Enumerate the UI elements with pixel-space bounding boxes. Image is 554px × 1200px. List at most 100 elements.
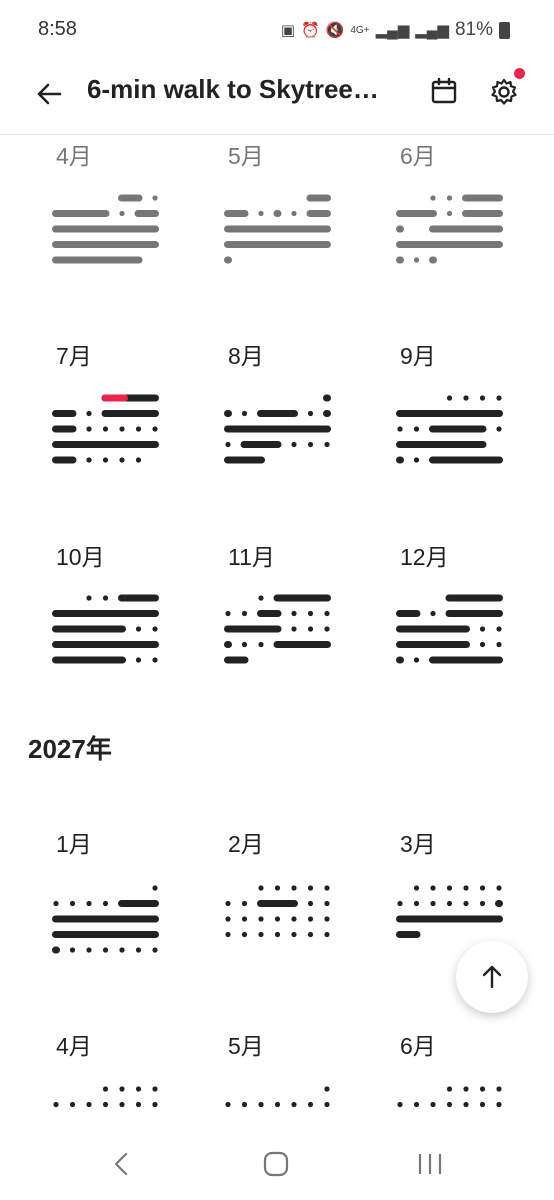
calendar-button[interactable]: [427, 74, 461, 108]
event-bar: [224, 625, 282, 633]
event-bar: [224, 256, 232, 264]
event-bar: [224, 410, 232, 417]
day-dot: [479, 395, 486, 401]
day-dot: [496, 626, 502, 632]
day-dot: [430, 610, 436, 617]
day-dot: [274, 916, 281, 922]
month-mini-grid[interactable]: [50, 190, 170, 280]
month-mini-grid[interactable]: [50, 880, 170, 970]
day-dot: [258, 885, 264, 891]
day-dot: [241, 916, 248, 922]
event-bar: [445, 594, 503, 602]
calendar-icon: [431, 77, 457, 104]
day-dot: [135, 457, 142, 463]
day-dot: [291, 210, 297, 217]
battery-percent: 81%: [454, 19, 493, 40]
month-label: 10月: [56, 544, 105, 570]
month-mini-grid[interactable]: [394, 590, 514, 680]
day-dot: [225, 931, 231, 938]
recents-icon: [418, 1154, 442, 1174]
event-bar: [101, 410, 159, 417]
month-mini-grid[interactable]: [222, 590, 342, 680]
nav-home-button[interactable]: [262, 1150, 290, 1183]
event-bar: [52, 410, 77, 417]
day-dot: [291, 916, 297, 922]
day-dot: [291, 441, 297, 448]
nav-recents-button[interactable]: [416, 1150, 444, 1183]
day-dot: [258, 1101, 264, 1108]
month-label: 5月: [228, 1033, 264, 1059]
month-mini-grid[interactable]: [394, 190, 514, 280]
day-dot: [86, 457, 92, 463]
event-bar: [52, 610, 159, 617]
day-dot: [463, 395, 469, 401]
day-dot: [291, 626, 297, 632]
event-bar: [323, 394, 331, 402]
day-dot: [463, 1101, 469, 1108]
settings-button[interactable]: [486, 74, 522, 110]
day-dot: [479, 641, 486, 648]
day-dot: [446, 1101, 453, 1108]
day-dot: [152, 1101, 158, 1108]
day-dot: [102, 1086, 109, 1092]
month-label: 6月: [400, 143, 436, 169]
today-marker: [102, 394, 128, 402]
calendar-scroll-area[interactable]: 4月 5月 6月 7月 8月 9月 10月 11月 12月 2027年 1月 2…: [0, 135, 554, 1200]
day-dot: [324, 626, 330, 632]
event-bar: [396, 931, 421, 938]
event-bar: [273, 210, 282, 217]
year-heading: 2027年: [28, 734, 112, 764]
day-dot: [86, 426, 92, 432]
month-label: 5月: [228, 143, 264, 169]
day-dot: [225, 900, 231, 907]
event-bar: [224, 641, 232, 648]
month-mini-grid[interactable]: [394, 390, 514, 480]
event-bar: [396, 210, 437, 217]
day-dot: [479, 626, 486, 632]
month-label: 7月: [56, 343, 92, 369]
day-dot: [397, 1101, 403, 1108]
day-dot: [69, 947, 76, 953]
month-mini-grid[interactable]: [50, 390, 170, 480]
status-bar: 8:58 ▣ ⏰ 🔇 4G+ ▂▄▆ ▂▄▆ 81%: [0, 0, 554, 60]
day-dot: [86, 947, 92, 953]
nav-back-button[interactable]: [108, 1150, 136, 1183]
day-dot: [413, 457, 420, 463]
back-button[interactable]: [30, 74, 70, 114]
day-dot: [324, 916, 330, 922]
month-label: 4月: [56, 143, 92, 169]
day-dot: [241, 1101, 248, 1108]
month-label: 12月: [400, 544, 449, 570]
event-bar: [429, 456, 503, 464]
day-dot: [258, 916, 264, 922]
app-bar: 6-min walk to Skytree…: [0, 60, 554, 135]
day-dot: [291, 885, 297, 891]
event-bar: [396, 225, 404, 233]
day-dot: [496, 885, 502, 891]
day-dot: [241, 610, 248, 617]
scroll-to-top-button[interactable]: [456, 941, 528, 1013]
day-dot: [324, 885, 330, 891]
day-dot: [324, 1101, 330, 1108]
event-bar: [224, 225, 331, 233]
day-dot: [397, 900, 403, 907]
month-label: 4月: [56, 1033, 92, 1059]
event-bar: [429, 225, 503, 233]
event-bar: [52, 641, 159, 648]
day-dot: [307, 441, 314, 448]
month-mini-grid[interactable]: [222, 390, 342, 480]
day-dot: [274, 885, 281, 891]
day-dot: [225, 916, 231, 922]
day-dot: [69, 900, 76, 907]
day-dot: [463, 885, 469, 891]
day-dot: [135, 626, 142, 632]
day-dot: [102, 900, 109, 907]
arrow-left-icon: [37, 83, 62, 105]
month-mini-grid[interactable]: [50, 590, 170, 680]
month-mini-grid[interactable]: [222, 880, 342, 970]
event-bar: [240, 441, 282, 448]
day-dot: [152, 626, 158, 632]
day-dot: [413, 257, 420, 263]
event-bar: [52, 225, 159, 233]
month-mini-grid[interactable]: [222, 190, 342, 280]
